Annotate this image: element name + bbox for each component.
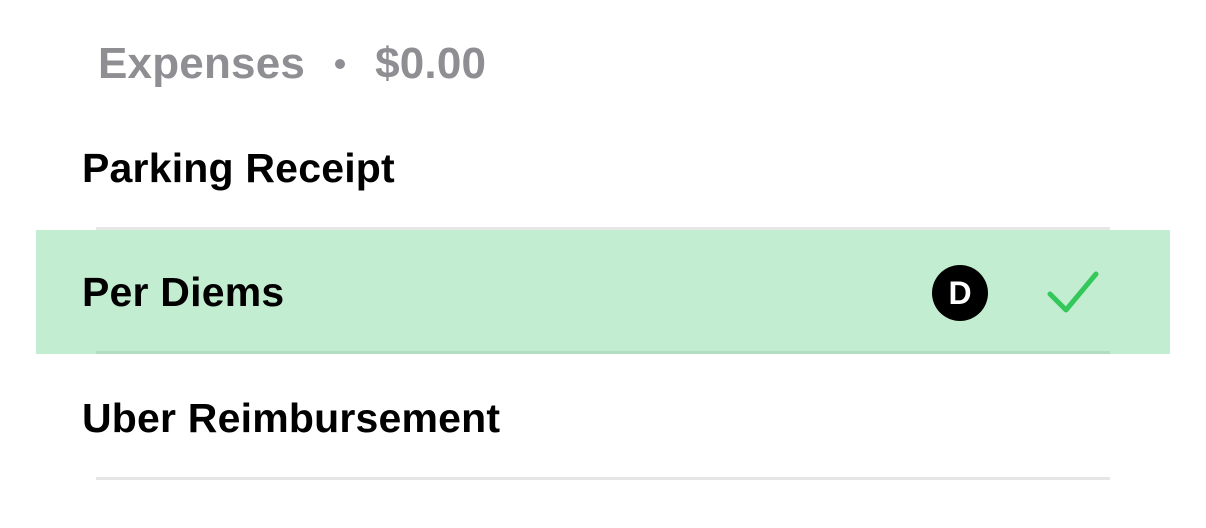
list-item-label: Per Diems: [82, 268, 285, 315]
expenses-total: $0.00: [375, 39, 487, 88]
list-item-per-diems[interactable]: Per Diems D: [36, 230, 1170, 354]
row-divider: [96, 351, 1110, 354]
bullet-separator: [335, 59, 346, 69]
expenses-header: Expenses $0.00: [98, 36, 486, 92]
section-title: Expenses: [98, 39, 306, 88]
list-item-label: Uber Reimbursement: [82, 394, 501, 441]
list-item-label: Parking Receipt: [82, 144, 395, 191]
list-item-uber-reimbursement[interactable]: Uber Reimbursement: [36, 356, 1170, 480]
avatar: D: [932, 265, 988, 321]
list-item-parking-receipt[interactable]: Parking Receipt: [36, 106, 1170, 230]
row-divider: [96, 477, 1110, 480]
checkmark-icon: [1047, 271, 1099, 313]
